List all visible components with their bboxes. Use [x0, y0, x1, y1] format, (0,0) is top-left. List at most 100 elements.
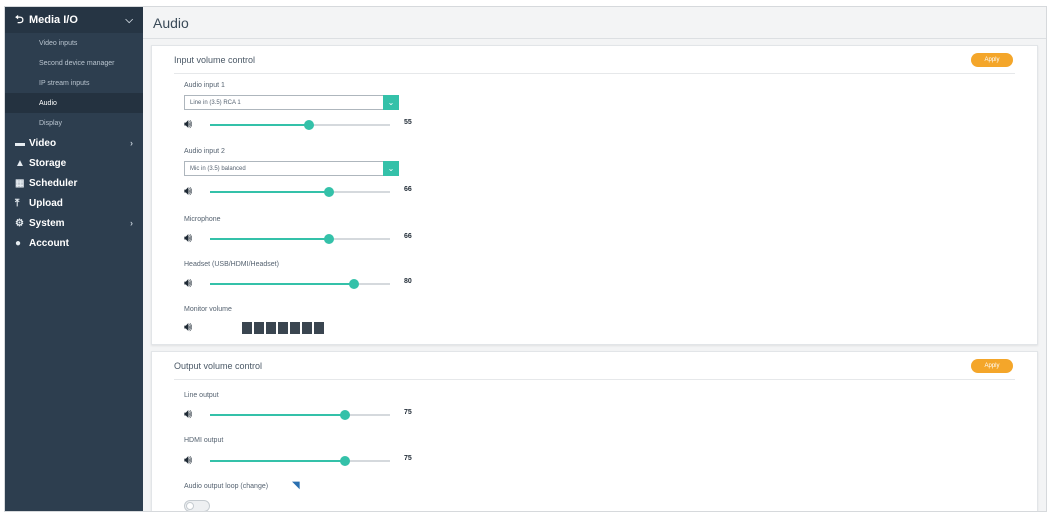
- chevron-down-icon: ⌵: [125, 14, 133, 26]
- sidebar-subitem-second-device[interactable]: Second device manager: [5, 53, 143, 73]
- audio-input-1-select[interactable]: Line in (3.5) RCA 1 ⌄: [184, 95, 399, 110]
- loop-toggle[interactable]: [184, 500, 210, 511]
- user-icon: ●: [15, 237, 22, 249]
- app-window: ⮌ Media I/O ⌵ Video inputs Second device…: [4, 6, 1047, 512]
- level-segment: [290, 322, 300, 334]
- level-segment: [266, 322, 276, 334]
- audio-input-2-volume: 🔊︎ 66: [184, 184, 424, 198]
- sidebar-section-label: Media I/O: [29, 14, 78, 26]
- sidebar-item-system[interactable]: ⚙ System ›: [5, 213, 143, 233]
- slider-handle[interactable]: [340, 410, 350, 420]
- audio-input-1-label: Audio input 1: [184, 82, 225, 89]
- calendar-icon: ▦: [15, 177, 25, 189]
- volume-value: 66: [404, 233, 412, 240]
- level-segment: [242, 322, 252, 334]
- sidebar-item-video[interactable]: ▬ Video ›: [5, 133, 143, 153]
- volume-value: 80: [404, 278, 412, 285]
- audio-input-2-select[interactable]: Mic in (3.5) balanced ⌄: [184, 161, 399, 176]
- speaker-icon[interactable]: 🔊︎: [184, 453, 192, 467]
- speaker-icon[interactable]: 🔊︎: [184, 184, 192, 198]
- level-segment: [278, 322, 288, 334]
- image-icon: ▲: [15, 157, 25, 169]
- apply-button[interactable]: Apply: [971, 53, 1013, 67]
- panel-title: Input volume control: [174, 55, 256, 65]
- upload-icon: ⤒: [15, 197, 20, 209]
- sidebar-item-scheduler[interactable]: ▦ Scheduler: [5, 173, 143, 193]
- sidebar: ⮌ Media I/O ⌵ Video inputs Second device…: [5, 7, 143, 511]
- volume-value: 66: [404, 186, 412, 193]
- monitor-label: Monitor volume: [184, 306, 232, 313]
- sidebar-section-media-io[interactable]: ⮌ Media I/O ⌵: [5, 7, 143, 33]
- level-segment: [314, 322, 324, 334]
- panel-header: Output volume control Apply: [152, 352, 1037, 380]
- usb-audio-volume: 🔊︎ 80: [184, 276, 424, 290]
- chevron-right-icon: ›: [130, 138, 133, 148]
- panel-header: Input volume control Apply: [152, 46, 1037, 74]
- loop-label: Audio output loop (change): [184, 483, 269, 490]
- sidebar-item-label: Upload: [29, 197, 63, 209]
- hdmi-output-label: HDMI output: [184, 437, 224, 444]
- sidebar-item-storage[interactable]: ▲ Storage: [5, 153, 143, 173]
- system-icon: ⚙: [15, 217, 24, 229]
- input-volume-panel: Input volume control Apply Audio input 1…: [151, 45, 1038, 345]
- select-value: Mic in (3.5) balanced: [190, 165, 246, 172]
- slider-handle[interactable]: [349, 279, 359, 289]
- select-value: Line in (3.5) RCA 1: [190, 99, 241, 106]
- volume-slider[interactable]: [210, 187, 390, 197]
- sidebar-item-upload[interactable]: ⤒ Upload: [5, 193, 143, 213]
- panel-title: Output volume control: [174, 361, 263, 371]
- sidebar-item-label: Scheduler: [29, 177, 78, 189]
- microphone-label: Microphone: [184, 216, 221, 223]
- volume-slider[interactable]: [210, 456, 390, 466]
- volume-value: 55: [404, 119, 412, 126]
- title-divider: [143, 38, 1046, 39]
- chevron-down-icon[interactable]: ⌄: [383, 161, 399, 176]
- audio-input-1-volume: 🔊︎ 55: [184, 117, 424, 131]
- usb-audio-label: Headset (USB/HDMI/Headset): [184, 261, 279, 268]
- volume-slider[interactable]: [210, 410, 390, 420]
- divider: [174, 379, 1015, 380]
- hdmi-output-volume: 🔊︎ 75: [184, 453, 424, 467]
- microphone-volume: 🔊︎ 66: [184, 231, 424, 245]
- divider: [174, 73, 1015, 74]
- slider-handle[interactable]: [340, 456, 350, 466]
- back-arrow-icon: ⮌: [15, 13, 24, 26]
- slider-handle[interactable]: [323, 234, 334, 244]
- output-volume-panel: Output volume control Apply Line output …: [151, 351, 1038, 511]
- sidebar-subitem-audio[interactable]: Audio: [5, 93, 143, 113]
- video-icon: ▬: [15, 137, 25, 149]
- level-meter: [242, 322, 324, 334]
- speaker-icon[interactable]: 🔊︎: [184, 276, 192, 290]
- level-segment: [254, 322, 264, 334]
- sidebar-item-label: System: [29, 217, 65, 229]
- line-output-label: Line output: [184, 392, 219, 399]
- line-output-volume: 🔊︎ 75: [184, 407, 424, 421]
- sidebar-subitem-ip-stream[interactable]: IP stream inputs: [5, 73, 143, 93]
- speaker-icon[interactable]: 🔊︎: [184, 117, 192, 131]
- toggle-knob: [186, 502, 194, 510]
- audio-input-2-label: Audio input 2: [184, 148, 225, 155]
- sidebar-subitem-video-inputs[interactable]: Video inputs: [5, 33, 143, 53]
- chevron-down-icon[interactable]: ⌄: [383, 95, 399, 110]
- info-icon[interactable]: ◥: [292, 480, 300, 491]
- volume-value: 75: [404, 455, 412, 462]
- sidebar-item-label: Storage: [29, 157, 67, 169]
- monitor-level: 🔊︎: [184, 320, 424, 334]
- sidebar-item-label: Video: [29, 137, 57, 149]
- chevron-right-icon: ›: [130, 218, 133, 228]
- volume-slider[interactable]: [210, 279, 390, 289]
- sidebar-item-account[interactable]: ● Account: [5, 233, 143, 253]
- speaker-icon: 🔊︎: [184, 319, 193, 334]
- slider-handle[interactable]: [304, 120, 314, 130]
- apply-button[interactable]: Apply: [971, 359, 1013, 373]
- volume-slider[interactable]: [210, 120, 390, 130]
- level-segment: [302, 322, 312, 334]
- speaker-icon[interactable]: 🔊︎: [184, 407, 192, 421]
- page-title: Audio: [153, 15, 189, 31]
- speaker-icon[interactable]: 🔊︎: [184, 231, 192, 245]
- volume-slider[interactable]: [210, 234, 390, 244]
- volume-value: 75: [404, 409, 412, 416]
- sidebar-item-label: Account: [29, 237, 69, 249]
- sidebar-subitem-display[interactable]: Display: [5, 113, 143, 133]
- slider-handle[interactable]: [323, 187, 334, 197]
